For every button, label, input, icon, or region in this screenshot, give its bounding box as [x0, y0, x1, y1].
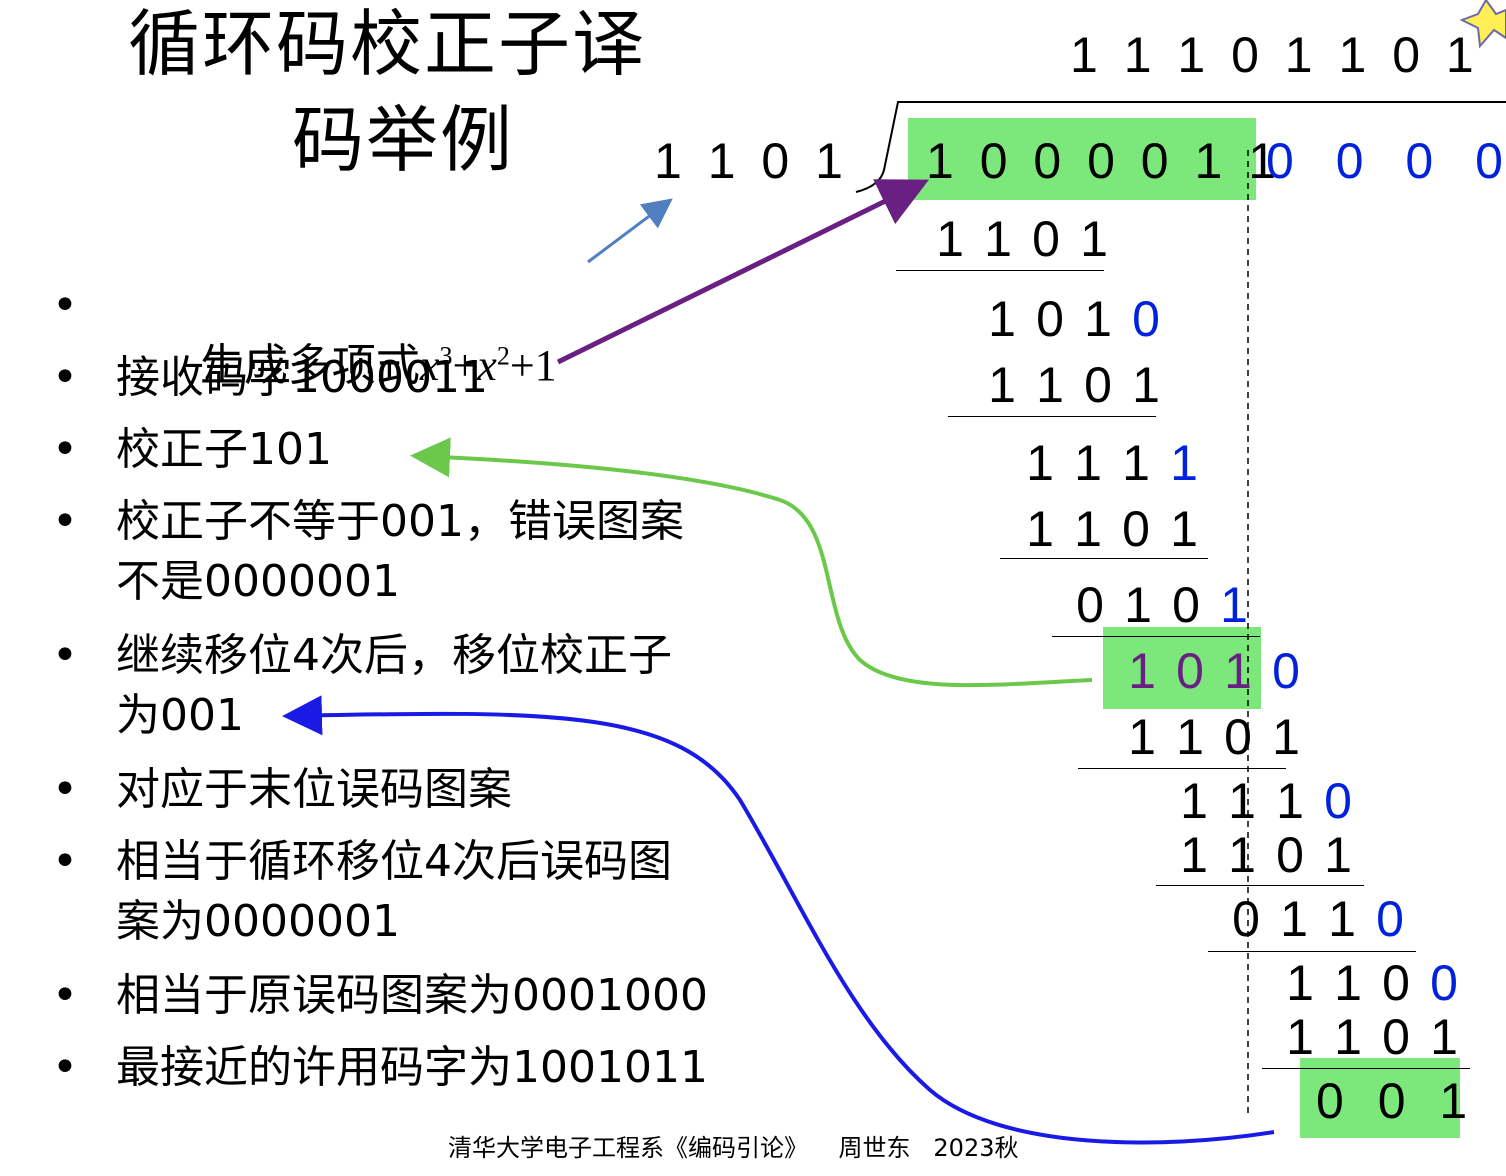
annotation-overlay — [282, 0, 1506, 1145]
shifted-syndrome-arrow — [282, 695, 1275, 1145]
divisor-arrow — [587, 198, 673, 264]
syndrome-arrow — [410, 437, 1093, 688]
division-bracket — [855, 101, 1506, 193]
received-codeword-arrow — [556, 179, 929, 365]
footer: 清华大学电子工程系《编码引论》 周世东 2023秋 — [448, 1134, 1019, 1162]
star-icon — [1459, 0, 1506, 49]
